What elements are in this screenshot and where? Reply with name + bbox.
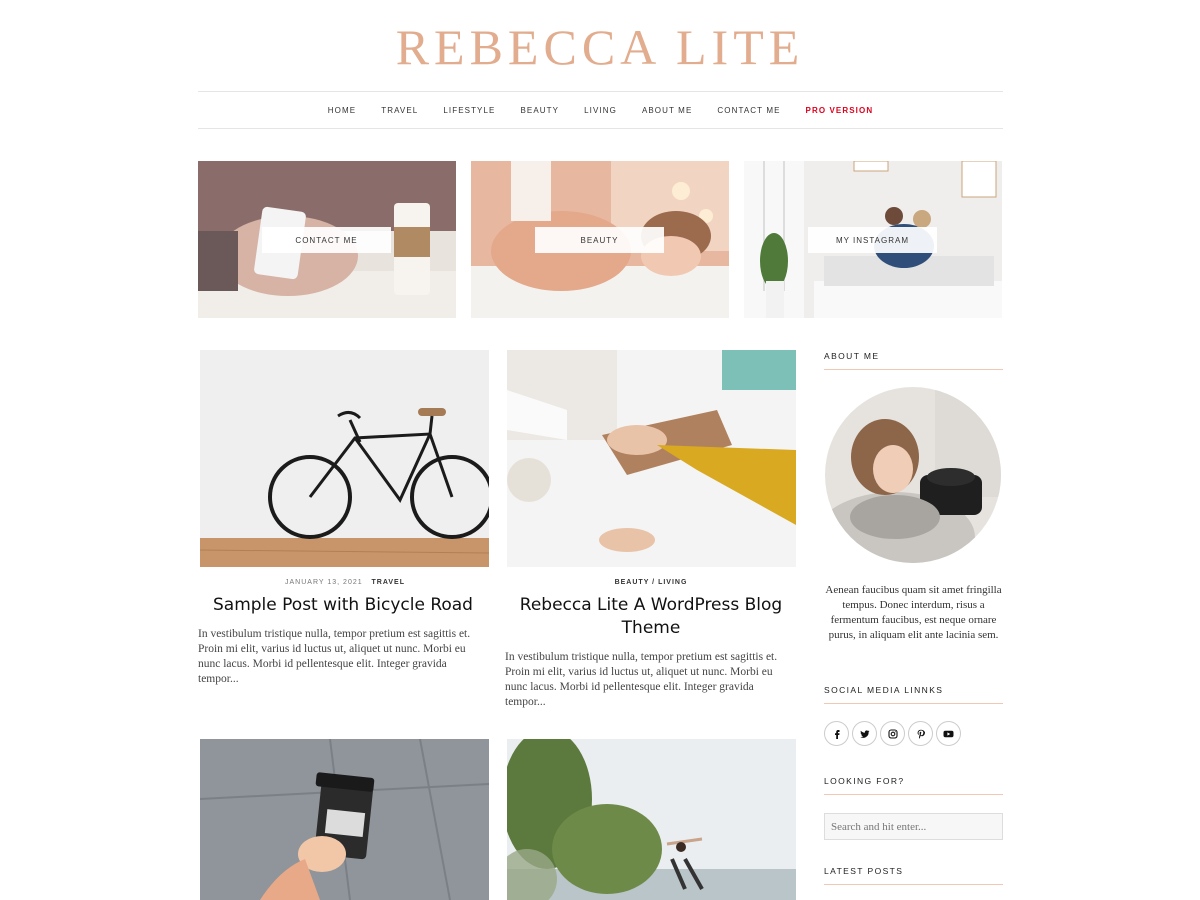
widget-title-about: ABOUT ME <box>824 351 1003 370</box>
post-excerpt: In vestibulum tristique nulla, tempor pr… <box>198 628 471 685</box>
about-text: Aenean faucibus quam sit amet fringilla … <box>825 584 1002 641</box>
instagram-icon[interactable] <box>880 721 905 746</box>
nav-beauty[interactable]: BEAUTY <box>508 106 572 115</box>
promo-beauty[interactable]: BEAUTY <box>471 161 729 318</box>
post-category[interactable]: TRAVEL <box>371 579 404 586</box>
pinterest-icon[interactable] <box>908 721 933 746</box>
post-image-bicycle[interactable] <box>200 350 489 567</box>
promo-label[interactable]: BEAUTY <box>535 227 664 253</box>
social-links <box>824 721 961 746</box>
promo-contact-me[interactable]: CONTACT ME <box>198 161 456 318</box>
nav-travel[interactable]: TRAVEL <box>369 106 431 115</box>
facebook-icon[interactable] <box>824 721 849 746</box>
about-avatar <box>825 387 1001 563</box>
site-title[interactable]: REBECCA LITE <box>0 18 1200 76</box>
nav-pro-version[interactable]: PRO VERSION <box>793 106 886 115</box>
nav-lifestyle[interactable]: LIFESTYLE <box>431 106 508 115</box>
main-nav: HOME TRAVEL LIFESTYLE BEAUTY LIVING ABOU… <box>198 91 1003 129</box>
nav-about-me[interactable]: ABOUT ME <box>629 106 704 115</box>
post-category[interactable]: BEAUTY / LIVING <box>615 579 688 586</box>
promo-label[interactable]: CONTACT ME <box>262 227 391 253</box>
post-meta: JANUARY 13, 2021 TRAVEL <box>200 579 490 586</box>
widget-title-social: SOCIAL MEDIA LINNKS <box>824 685 1003 704</box>
post-title[interactable]: Sample Post with Bicycle Road <box>198 594 488 617</box>
search-input[interactable] <box>824 813 1003 840</box>
post-excerpt: In vestibulum tristique nulla, tempor pr… <box>505 651 778 708</box>
nav-contact-me[interactable]: CONTACT ME <box>705 106 793 115</box>
promo-label[interactable]: MY INSTAGRAM <box>808 227 937 253</box>
twitter-icon[interactable] <box>852 721 877 746</box>
post-meta: BEAUTY / LIVING <box>506 579 796 586</box>
post-image-yoga[interactable] <box>507 739 796 900</box>
post-image-coffee-cup[interactable] <box>200 739 489 900</box>
widget-title-search: LOOKING FOR? <box>824 776 1003 795</box>
promo-my-instagram[interactable]: MY INSTAGRAM <box>744 161 1002 318</box>
nav-living[interactable]: LIVING <box>572 106 630 115</box>
post-title[interactable]: Rebecca Lite A WordPress Blog Theme <box>506 594 796 640</box>
post-date: JANUARY 13, 2021 <box>285 579 363 586</box>
nav-home[interactable]: HOME <box>315 106 368 115</box>
post-image-handshake[interactable] <box>507 350 796 567</box>
youtube-icon[interactable] <box>936 721 961 746</box>
widget-title-latest: LATEST POSTS <box>824 866 1003 885</box>
